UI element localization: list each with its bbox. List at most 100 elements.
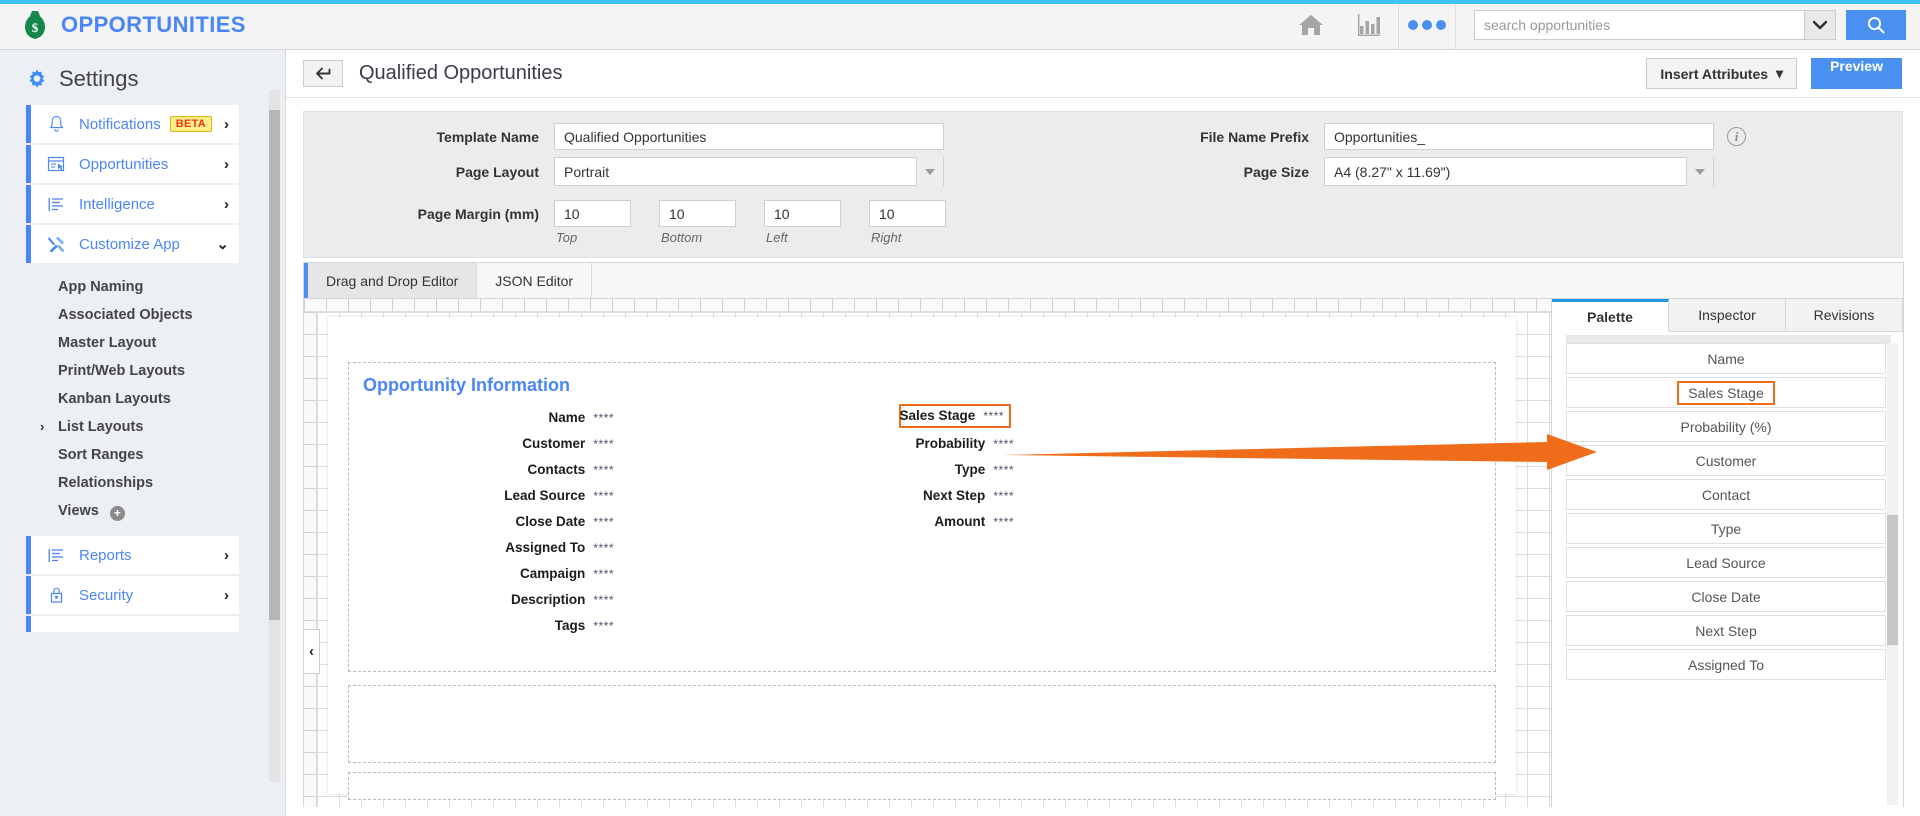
palette-item-label: Name bbox=[1707, 350, 1745, 367]
canvas-field-assigned-to[interactable]: Assigned To **** bbox=[369, 540, 614, 555]
sidebar-item-opportunities[interactable]: Opportunities › bbox=[26, 145, 239, 183]
canvas-field-contacts[interactable]: Contacts **** bbox=[369, 462, 614, 477]
margin-top-input[interactable] bbox=[554, 200, 631, 227]
preview-button[interactable]: Preview bbox=[1811, 58, 1902, 89]
canvas-field-tags[interactable]: Tags **** bbox=[369, 618, 614, 633]
field-value: **** bbox=[593, 411, 614, 425]
page-layout-select[interactable]: Portrait bbox=[554, 157, 944, 186]
field-label: Description bbox=[511, 592, 586, 607]
top-accent-stripe bbox=[0, 0, 1920, 4]
canvas-block-opportunity-information[interactable]: Opportunity Information Name **** Custom… bbox=[348, 362, 1496, 672]
sidebar-item-notifications[interactable]: Notifications BETA › bbox=[26, 105, 239, 143]
chevron-down-icon[interactable] bbox=[916, 157, 943, 186]
sidebar-item-label: Security bbox=[79, 586, 134, 604]
sidebar-item-intelligence[interactable]: Intelligence › bbox=[26, 185, 239, 223]
sidebar-scrollbar-thumb[interactable] bbox=[269, 110, 280, 620]
canvas-field-description[interactable]: Description **** bbox=[369, 592, 614, 607]
tab-json-editor[interactable]: JSON Editor bbox=[477, 263, 593, 298]
canvas-collapse-handle[interactable]: ‹ bbox=[304, 629, 320, 674]
template-name-input[interactable] bbox=[554, 123, 944, 150]
canvas-field-campaign[interactable]: Campaign **** bbox=[369, 566, 614, 581]
page-layout-value: Portrait bbox=[564, 163, 610, 180]
field-value: **** bbox=[993, 489, 1014, 503]
palette-item-close-date[interactable]: Close Date bbox=[1566, 581, 1886, 612]
template-canvas[interactable]: Opportunity Information Name **** Custom… bbox=[304, 299, 1551, 807]
palette-item-label: Assigned To bbox=[1687, 656, 1764, 673]
palette-item-label: Probability (%) bbox=[1680, 418, 1772, 435]
palette-item-type[interactable]: Type bbox=[1566, 513, 1886, 544]
brand[interactable]: $ OPPORTUNITIES bbox=[0, 9, 246, 41]
margin-left-input[interactable] bbox=[764, 200, 841, 227]
add-view-plus-icon[interactable]: + bbox=[109, 506, 125, 521]
palette-item-next-step[interactable]: Next Step bbox=[1566, 615, 1886, 646]
search-button[interactable] bbox=[1846, 9, 1906, 40]
insert-attributes-button[interactable]: Insert Attributes ▾ bbox=[1646, 58, 1798, 89]
tab-drag-and-drop-editor[interactable]: Drag and Drop Editor bbox=[304, 263, 478, 298]
palette-item-assigned-to[interactable]: Assigned To bbox=[1566, 649, 1886, 680]
sidebar-subitem-sort-ranges[interactable]: Sort Ranges bbox=[0, 441, 285, 469]
sidebar-item-partial[interactable] bbox=[26, 616, 239, 632]
bar-chart-icon[interactable] bbox=[1340, 0, 1398, 49]
palette-scrollbar-thumb[interactable] bbox=[1887, 515, 1898, 645]
palette-item-label: Customer bbox=[1695, 452, 1757, 469]
sidebar-subitem-relationships[interactable]: Relationships bbox=[0, 469, 285, 497]
page-title: Qualified Opportunities bbox=[359, 62, 563, 84]
palette-item-sales-stage[interactable]: Sales Stage bbox=[1566, 377, 1886, 408]
canvas-field-sales-stage[interactable]: Sales Stage **** bbox=[899, 404, 1011, 428]
palette-item-lead-source[interactable]: Lead Source bbox=[1566, 547, 1886, 578]
canvas-field-close-date[interactable]: Close Date **** bbox=[369, 514, 614, 529]
sidebar-item-reports[interactable]: Reports › bbox=[26, 536, 239, 574]
file-name-prefix-input[interactable] bbox=[1324, 123, 1714, 150]
sidebar-subitem-print-web-layouts[interactable]: Print/Web Layouts bbox=[0, 357, 285, 385]
chevron-down-icon[interactable] bbox=[1686, 157, 1713, 186]
margin-right-input[interactable] bbox=[869, 200, 946, 227]
sidebar-subitem-kanban-layouts[interactable]: Kanban Layouts bbox=[0, 385, 285, 413]
canvas-field-amount[interactable]: Amount **** bbox=[899, 514, 1014, 529]
field-value: **** bbox=[593, 463, 614, 477]
sidebar-subitem-associated-objects[interactable]: Associated Objects bbox=[0, 301, 285, 329]
back-button[interactable] bbox=[303, 60, 343, 87]
canvas-field-lead-source[interactable]: Lead Source **** bbox=[369, 488, 614, 503]
palette-panel: Palette Inspector Revisions Name Sales S… bbox=[1551, 299, 1903, 807]
field-value: **** bbox=[993, 463, 1014, 477]
page-size-label: Page Size bbox=[1243, 163, 1309, 180]
palette-item-contact[interactable]: Contact bbox=[1566, 479, 1886, 510]
palette-item-probability[interactable]: Probability (%) bbox=[1566, 411, 1886, 442]
dot-2 bbox=[1422, 19, 1432, 30]
sidebar-subitem-master-layout[interactable]: Master Layout bbox=[0, 329, 285, 357]
field-label: Customer bbox=[522, 436, 586, 451]
home-icon[interactable] bbox=[1282, 0, 1340, 49]
canvas-field-name[interactable]: Name **** bbox=[369, 410, 614, 425]
canvas-field-probability[interactable]: Probability **** bbox=[899, 436, 1014, 451]
more-dots-icon[interactable] bbox=[1398, 0, 1456, 49]
template-settings-panel: Template Name Page Layout Portrait Page … bbox=[303, 111, 1903, 258]
sidebar-item-security[interactable]: Security › bbox=[26, 576, 239, 614]
sidebar-item-customize-app[interactable]: Customize App ⌄ bbox=[26, 225, 239, 263]
search-scope-dropdown[interactable] bbox=[1804, 9, 1836, 40]
page-size-select[interactable]: A4 (8.27" x 11.69") bbox=[1324, 157, 1714, 186]
margin-left-caption: Left bbox=[766, 230, 788, 245]
info-icon[interactable]: i bbox=[1727, 127, 1746, 146]
canvas-field-type[interactable]: Type **** bbox=[899, 462, 1014, 477]
canvas-block-tertiary[interactable] bbox=[348, 772, 1496, 800]
search-input[interactable] bbox=[1474, 9, 1804, 40]
sidebar-subitem-list-layouts[interactable]: › List Layouts bbox=[0, 413, 285, 441]
canvas-field-next-step[interactable]: Next Step **** bbox=[899, 488, 1014, 503]
tab-inspector[interactable]: Inspector bbox=[1669, 299, 1786, 332]
palette-item-name[interactable]: Name bbox=[1566, 343, 1886, 374]
field-value: **** bbox=[593, 593, 614, 607]
canvas-field-customer[interactable]: Customer **** bbox=[369, 436, 614, 451]
tab-revisions[interactable]: Revisions bbox=[1786, 299, 1903, 332]
margin-bottom-input[interactable] bbox=[659, 200, 736, 227]
palette-item-customer[interactable]: Customer bbox=[1566, 445, 1886, 476]
field-label: Assigned To bbox=[505, 540, 586, 555]
sidebar-subitem-views[interactable]: Views + bbox=[0, 497, 285, 525]
tab-palette[interactable]: Palette bbox=[1552, 299, 1669, 332]
field-label: Next Step bbox=[923, 488, 986, 503]
chevron-right-icon: › bbox=[224, 195, 229, 213]
sidebar-subitem-label: App Naming bbox=[58, 279, 144, 295]
horizontal-ruler bbox=[304, 299, 1551, 312]
sidebar-subitem-app-naming[interactable]: App Naming bbox=[0, 273, 285, 301]
palette-item-label: Type bbox=[1710, 520, 1742, 537]
canvas-block-secondary[interactable] bbox=[348, 685, 1496, 763]
